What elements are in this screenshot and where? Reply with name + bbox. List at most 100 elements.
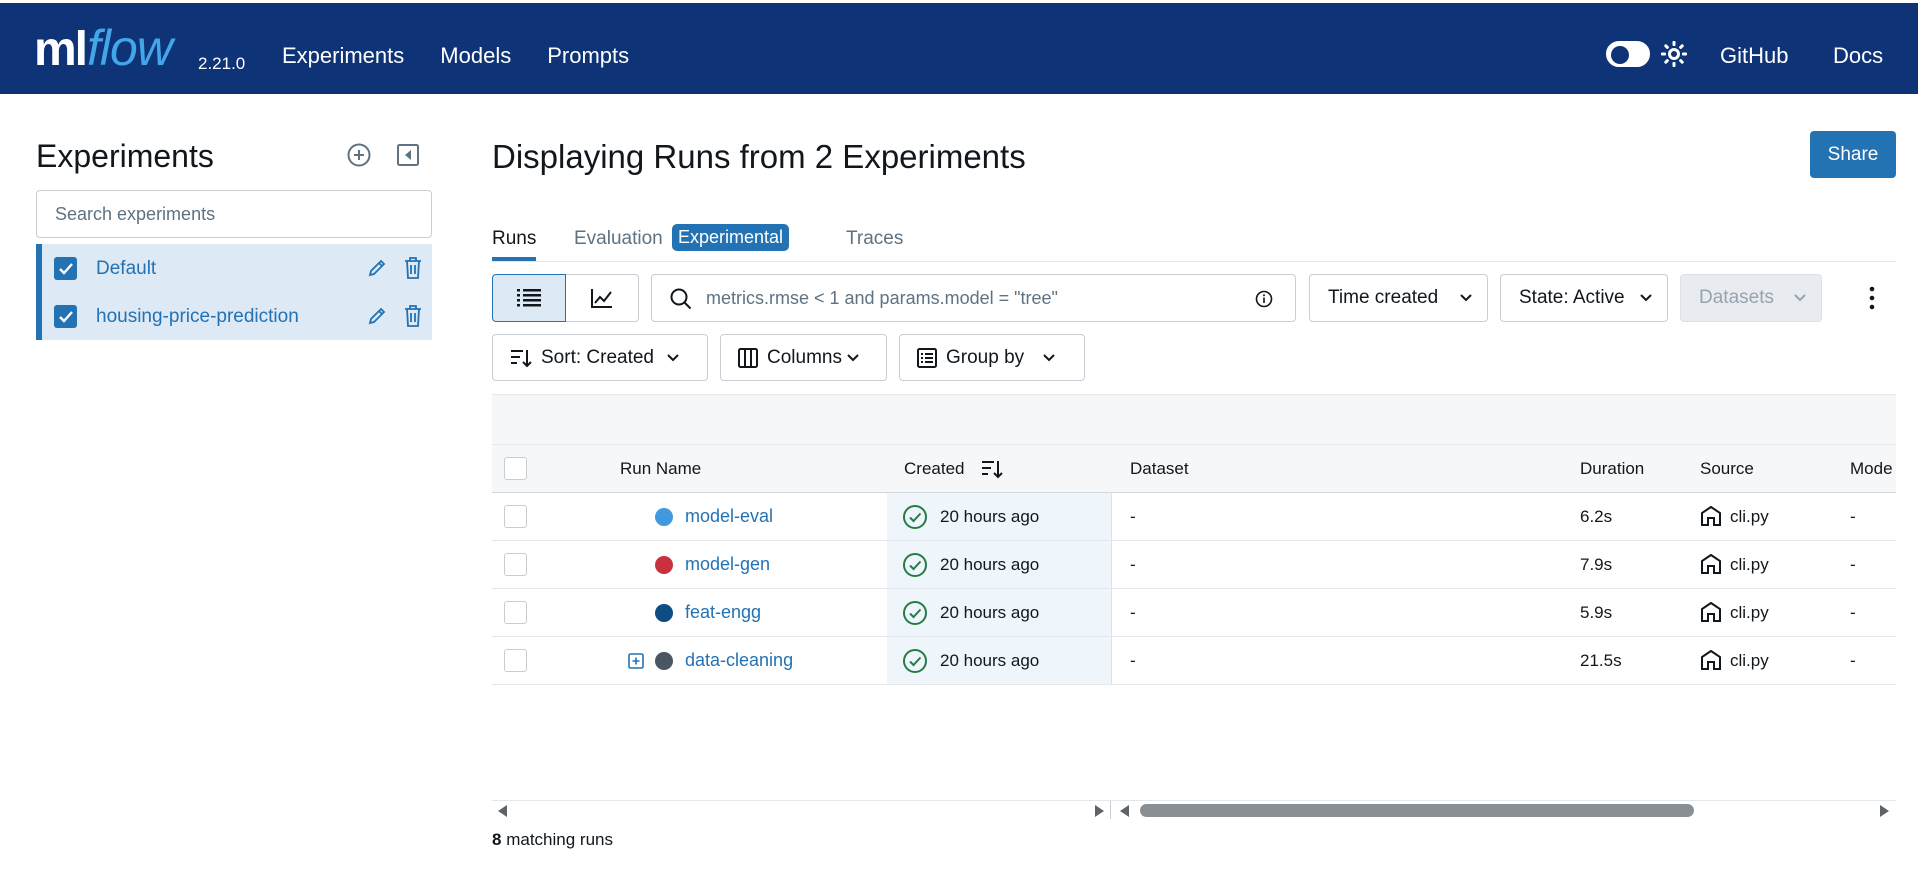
columns-button[interactable]: Columns <box>720 334 887 381</box>
experiment-name[interactable]: Default <box>96 258 156 280</box>
models-value: - <box>1850 507 1856 526</box>
header-source[interactable]: Source <box>1700 459 1754 479</box>
dataset-value: - <box>1130 507 1136 526</box>
main-nav: Experiments Models Prompts <box>282 43 629 69</box>
dark-mode-toggle[interactable] <box>1606 41 1650 67</box>
time-created-label: Time created <box>1328 287 1439 308</box>
dataset-value: - <box>1130 603 1136 622</box>
row-checkbox[interactable] <box>504 649 527 672</box>
experiment-item-default[interactable]: Default <box>36 244 432 292</box>
row-checkbox[interactable] <box>504 553 527 576</box>
more-options-icon[interactable] <box>1862 286 1882 310</box>
experiment-checkbox[interactable] <box>54 305 77 328</box>
row-checkbox[interactable] <box>504 505 527 528</box>
home-icon <box>1701 601 1721 622</box>
run-filter-search <box>651 274 1296 322</box>
tab-evaluation[interactable]: Evaluation <box>574 228 663 250</box>
run-color-dot[interactable] <box>655 508 673 526</box>
logo-flow-text: flow <box>87 20 173 76</box>
checkmark-icon <box>59 311 73 323</box>
chevron-down-icon <box>1460 294 1472 302</box>
delete-icon[interactable] <box>402 304 424 328</box>
scroll-right-arrow[interactable] <box>1095 805 1104 817</box>
duration-value: 5.9s <box>1580 603 1613 622</box>
run-name-link[interactable]: model-gen <box>685 554 770 575</box>
run-color-dot[interactable] <box>655 652 673 670</box>
state-dropdown[interactable]: State: Active <box>1500 274 1668 322</box>
info-icon[interactable] <box>1254 289 1274 309</box>
row-checkbox[interactable] <box>504 601 527 624</box>
scroll-right-arrow[interactable] <box>1880 805 1889 817</box>
sidebar-title: Experiments <box>36 138 214 174</box>
header-created[interactable]: Created <box>904 459 964 479</box>
header-dataset[interactable]: Dataset <box>1130 459 1189 479</box>
home-icon <box>1701 649 1721 670</box>
delete-icon[interactable] <box>402 256 424 280</box>
horizontal-scrollbar <box>492 800 1896 819</box>
created-value: 20 hours ago <box>940 651 1040 670</box>
nav-models[interactable]: Models <box>440 43 511 69</box>
success-check-icon <box>903 601 927 625</box>
dataset-value: - <box>1130 555 1136 574</box>
home-icon <box>1701 553 1721 574</box>
home-icon <box>1701 505 1721 526</box>
top-navigation-bar: ml flow 2.21.0 Experiments Models Prompts… <box>0 3 1918 94</box>
scroll-left-arrow[interactable] <box>1120 805 1129 817</box>
checkmark-icon <box>59 263 73 275</box>
table-view-button[interactable] <box>492 274 566 322</box>
scroll-thumb[interactable] <box>1140 804 1694 817</box>
source-value: cli.py <box>1730 651 1769 670</box>
chart-icon <box>590 289 612 308</box>
datasets-dropdown[interactable]: Datasets <box>1680 274 1822 322</box>
tab-runs[interactable]: Runs <box>492 228 536 250</box>
success-check-icon <box>903 505 927 529</box>
chevron-down-icon <box>847 353 859 361</box>
header-duration[interactable]: Duration <box>1580 459 1644 479</box>
experiment-item-housing[interactable]: housing-price-prediction <box>36 292 432 340</box>
sort-desc-icon[interactable] <box>980 458 1004 480</box>
tab-traces[interactable]: Traces <box>846 228 903 250</box>
table-row: model-eval 20 hours ago - 6.2s cli.py - <box>492 493 1896 541</box>
experiment-checkbox[interactable] <box>54 257 77 280</box>
header-run-name[interactable]: Run Name <box>620 459 701 479</box>
add-experiment-icon[interactable] <box>346 142 372 168</box>
models-value: - <box>1850 603 1856 622</box>
filter-input[interactable] <box>706 276 1246 320</box>
sort-button[interactable]: Sort: Created <box>492 334 708 381</box>
github-link[interactable]: GitHub <box>1720 43 1788 69</box>
table-row: data-cleaning 20 hours ago - 21.5s cli.p… <box>492 637 1896 685</box>
mlflow-logo[interactable]: ml flow <box>34 19 173 79</box>
share-button[interactable]: Share <box>1810 131 1896 178</box>
source-value: cli.py <box>1730 555 1769 574</box>
chevron-down-icon <box>1043 353 1055 361</box>
search-experiments-input[interactable] <box>36 190 432 238</box>
runs-count-number: 8 <box>492 830 502 849</box>
view-mode-toggle <box>492 274 639 322</box>
group-by-button[interactable]: Group by <box>899 334 1085 381</box>
time-created-dropdown[interactable]: Time created <box>1309 274 1488 322</box>
header-models[interactable]: Mode <box>1850 459 1893 479</box>
dataset-value: - <box>1130 651 1136 670</box>
expand-plus-icon[interactable] <box>628 653 644 669</box>
edit-icon[interactable] <box>366 305 388 327</box>
run-name-link[interactable]: model-eval <box>685 506 773 527</box>
run-name-link[interactable]: feat-engg <box>685 602 761 623</box>
docs-link[interactable]: Docs <box>1833 43 1883 69</box>
run-color-dot[interactable] <box>655 604 673 622</box>
models-value: - <box>1850 555 1856 574</box>
runs-table-body: model-eval 20 hours ago - 6.2s cli.py - … <box>492 493 1896 685</box>
run-color-dot[interactable] <box>655 556 673 574</box>
nav-experiments[interactable]: Experiments <box>282 43 404 69</box>
experiment-name[interactable]: housing-price-prediction <box>96 306 299 328</box>
collapse-sidebar-icon[interactable] <box>395 142 421 168</box>
edit-icon[interactable] <box>366 257 388 279</box>
chart-view-button[interactable] <box>565 274 639 322</box>
run-name-link[interactable]: data-cleaning <box>685 650 793 671</box>
columns-label: Columns <box>767 346 842 368</box>
toggle-knob <box>1611 46 1629 64</box>
group-by-icon <box>917 347 937 368</box>
select-all-checkbox[interactable] <box>504 457 527 480</box>
scroll-left-arrow[interactable] <box>498 805 507 817</box>
search-icon <box>670 288 692 310</box>
nav-prompts[interactable]: Prompts <box>547 43 629 69</box>
